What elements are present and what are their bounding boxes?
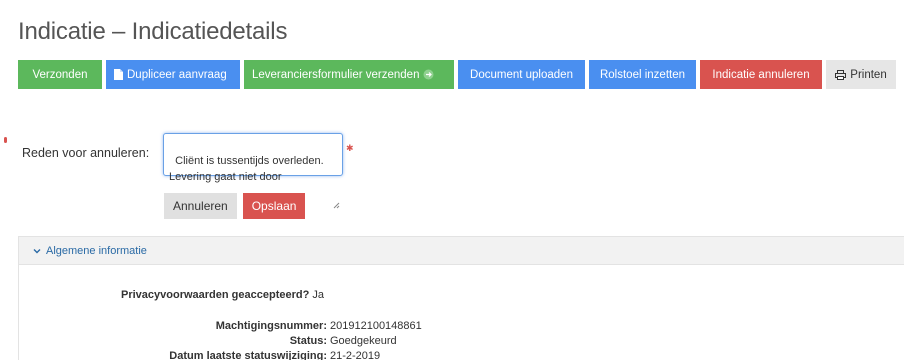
status-date-label: Datum laatste statuswijziging:: [169, 350, 327, 360]
auth-number-row: Machtigingsnummer:: [216, 320, 327, 332]
general-info-panel: Algemene informatie Privacyvoorwaarden g…: [18, 236, 904, 360]
send-icon: [423, 69, 434, 80]
status-date-value: 21-2-2019: [330, 350, 381, 360]
resize-grip-icon[interactable]: [333, 166, 340, 209]
verzonden-button[interactable]: Verzonden: [18, 60, 102, 89]
indicatie-annuleren-label: Indicatie annuleren: [712, 68, 810, 81]
leveranciersformulier-verzenden-button[interactable]: Leveranciersformulier verzenden: [244, 60, 454, 89]
dupliceer-aanvraag-button[interactable]: Dupliceer aanvraag: [106, 60, 240, 89]
action-toolbar: Verzonden Dupliceer aanvraag Leverancier…: [18, 60, 896, 89]
auth-number-label: Machtigingsnummer:: [215, 320, 327, 332]
verzonden-label: Verzonden: [32, 68, 88, 81]
printen-label: Printen: [850, 68, 887, 81]
document-uploaden-label: Document uploaden: [470, 68, 573, 81]
form-actions: Annuleren Opslaan: [164, 193, 306, 219]
status-label: Status:: [289, 335, 327, 347]
rolstoel-inzetten-label: Rolstoel inzetten: [599, 68, 686, 81]
dupliceer-aanvraag-label: Dupliceer aanvraag: [127, 68, 227, 81]
status-value: Goedgekeurd: [330, 335, 397, 347]
privacy-row: Privacyvoorwaarden geaccepteerd? Ja: [121, 289, 324, 301]
annuleren-button[interactable]: Annuleren: [164, 193, 237, 219]
privacy-label: Privacyvoorwaarden geaccepteerd?: [121, 289, 310, 301]
status-row: Status:: [290, 335, 327, 347]
general-info-header[interactable]: Algemene informatie: [19, 236, 904, 265]
leveranciersformulier-label: Leveranciersformulier verzenden: [252, 68, 420, 81]
printen-button[interactable]: Printen: [826, 60, 896, 89]
general-info-header-label: Algemene informatie: [46, 244, 147, 257]
privacy-value: Ja: [312, 289, 324, 301]
required-asterisk-icon: ✱: [346, 143, 354, 153]
indicatie-annuleren-button[interactable]: Indicatie annuleren: [700, 60, 822, 89]
rolstoel-inzetten-button[interactable]: Rolstoel inzetten: [589, 60, 696, 89]
cancel-reason-value: Cliënt is tussentijds overleden. Leverin…: [169, 155, 324, 183]
page-title: Indicatie – Indicatiedetails: [18, 18, 288, 45]
document-uploaden-button[interactable]: Document uploaden: [458, 60, 585, 89]
printer-icon: [835, 69, 847, 80]
auth-number-value: 201912100148861: [330, 320, 422, 332]
chevron-down-icon: [33, 248, 41, 254]
cancel-reason-label: Reden voor annuleren:: [22, 146, 150, 160]
status-date-row: Datum laatste statuswijziging:: [169, 350, 327, 360]
required-marker: [4, 137, 7, 143]
file-icon: [114, 69, 123, 80]
cancel-reason-textarea[interactable]: Cliënt is tussentijds overleden. Leverin…: [163, 133, 343, 209]
opslaan-button[interactable]: Opslaan: [242, 193, 306, 219]
